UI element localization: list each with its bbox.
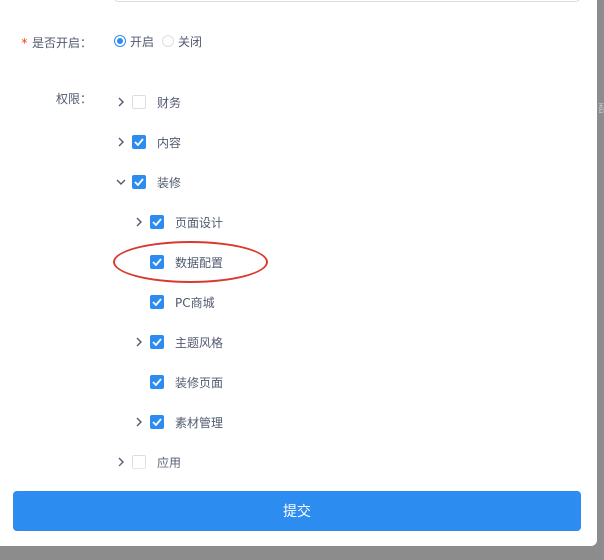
tree-checkbox-data-config[interactable] [150,255,164,269]
tree-node-decoration: 装修 [114,172,181,192]
tree-checkbox-page-design[interactable] [150,215,164,229]
arrow-spacer [132,375,146,389]
tree-label-theme-style[interactable]: 主题风格 [175,334,223,351]
tree-node-page-design: 页面设计 [132,212,223,232]
tree-label-pc-mall[interactable]: PC商城 [175,294,215,311]
edge-text-fragment: 琵 [598,102,604,115]
tree-checkbox-finance[interactable] [132,95,146,109]
tree-checkbox-apps[interactable] [132,455,146,469]
arrow-spacer [132,295,146,309]
chevron-right-icon[interactable] [114,135,128,149]
tree-label-data-config[interactable]: 数据配置 [175,254,223,271]
required-mark: * [20,36,28,50]
check-icon [152,298,162,306]
tree-label-decoration-page[interactable]: 装修页面 [175,374,223,391]
tree-node-material-management: 素材管理 [132,412,223,432]
radio-off-circle[interactable] [162,35,175,47]
tree-label-decoration[interactable]: 装修 [157,174,181,191]
permission-label: 权限： [55,92,92,106]
tree-node-theme-style: 主题风格 [132,332,223,352]
tree-checkbox-theme-style[interactable] [150,335,164,349]
chevron-right-icon[interactable] [132,335,146,349]
tree-checkbox-decoration[interactable] [132,175,146,189]
top-input-field[interactable] [114,0,580,2]
submit-button[interactable]: 提交 [13,491,581,531]
check-icon [152,378,162,386]
tree-checkbox-pc-mall[interactable] [150,295,164,309]
tree-label-finance[interactable]: 财务 [157,94,181,111]
chevron-right-icon[interactable] [114,95,128,109]
check-icon [134,178,144,186]
tree-label-apps[interactable]: 应用 [157,454,181,471]
chevron-right-icon[interactable] [132,415,146,429]
tree-label-page-design[interactable]: 页面设计 [175,214,223,231]
tree-checkbox-decoration-page[interactable] [150,375,164,389]
scroll-fade [0,462,597,492]
chevron-right-icon[interactable] [114,455,128,469]
radio-off[interactable]: 关闭 [162,33,202,50]
tree-node-pc-mall: PC商城 [132,292,215,312]
chevron-down-icon[interactable] [114,175,128,189]
check-icon [152,258,162,266]
dialog-panel: * 是否开启： 开启 关闭 权限： 财务 内容 装修 页面设计 数据配置 PC商… [0,0,597,546]
tree-label-material-management[interactable]: 素材管理 [175,414,223,431]
tree-node-content: 内容 [114,132,181,152]
radio-off-label: 关闭 [178,34,203,49]
enable-radio-group: 开启 关闭 [114,33,210,49]
tree-node-finance: 财务 [114,92,181,112]
tree-checkbox-material-management[interactable] [150,415,164,429]
tree-checkbox-content[interactable] [132,135,146,149]
tree-node-apps: 应用 [114,452,181,472]
tree-node-data-config: 数据配置 [132,252,223,272]
tree-label-content[interactable]: 内容 [157,134,181,151]
check-icon [152,218,162,226]
radio-on[interactable]: 开启 [114,33,154,50]
tree-node-decoration-page: 装修页面 [132,372,223,392]
check-icon [152,418,162,426]
check-icon [134,138,144,146]
enable-label: * 是否开启： [21,34,92,51]
radio-on-label: 开启 [130,34,155,49]
radio-on-circle[interactable] [114,35,126,47]
check-icon [152,338,162,346]
chevron-right-icon[interactable] [132,215,146,229]
enable-label-text: 是否开启： [31,36,92,50]
arrow-spacer [132,255,146,269]
